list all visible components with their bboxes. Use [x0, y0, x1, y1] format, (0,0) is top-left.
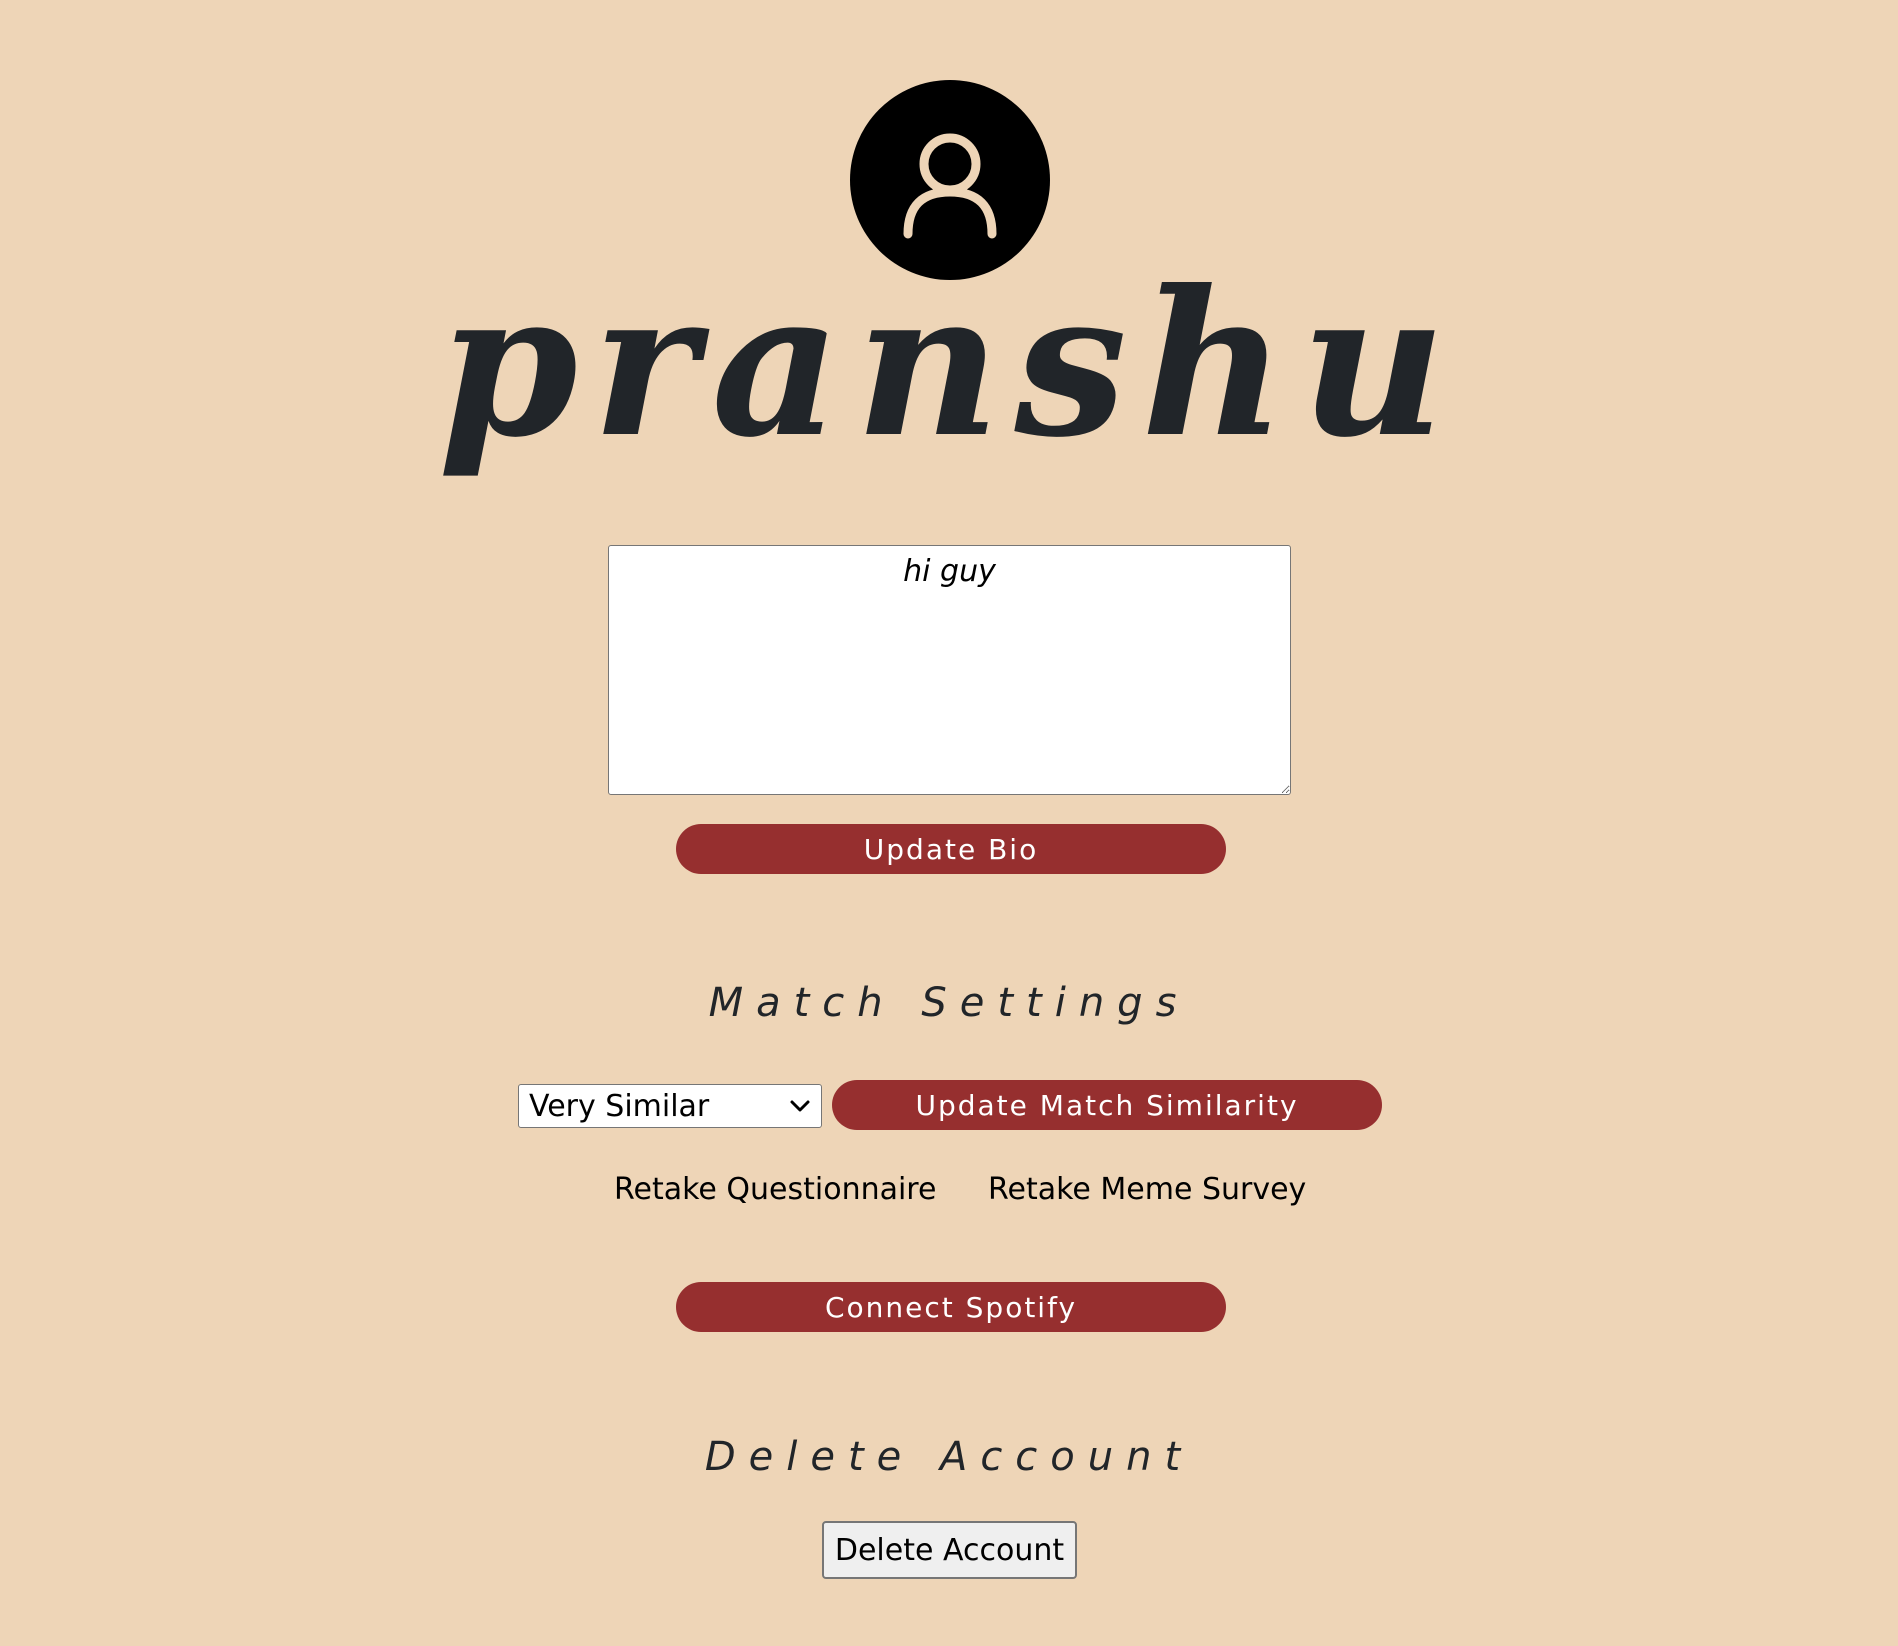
delete-account-button[interactable]: Delete Account	[822, 1521, 1077, 1579]
bio-textarea[interactable]: hi guy	[608, 545, 1291, 795]
user-icon	[903, 133, 997, 239]
chevron-down-icon	[790, 1100, 810, 1112]
similarity-select-value: Very Similar	[529, 1088, 710, 1124]
update-bio-button[interactable]: Update Bio	[676, 824, 1226, 874]
update-match-similarity-button[interactable]: Update Match Similarity	[832, 1080, 1382, 1130]
match-settings-heading: Match Settings	[708, 980, 1190, 1026]
connect-spotify-button[interactable]: Connect Spotify	[676, 1282, 1226, 1332]
retake-questionnaire-link[interactable]: Retake Questionnaire	[614, 1172, 936, 1207]
username-title: pranshu	[438, 247, 1460, 482]
delete-account-heading: Delete Account	[704, 1434, 1194, 1480]
retake-meme-survey-link[interactable]: Retake Meme Survey	[988, 1172, 1306, 1207]
similarity-select[interactable]: Very Similar	[518, 1084, 822, 1128]
